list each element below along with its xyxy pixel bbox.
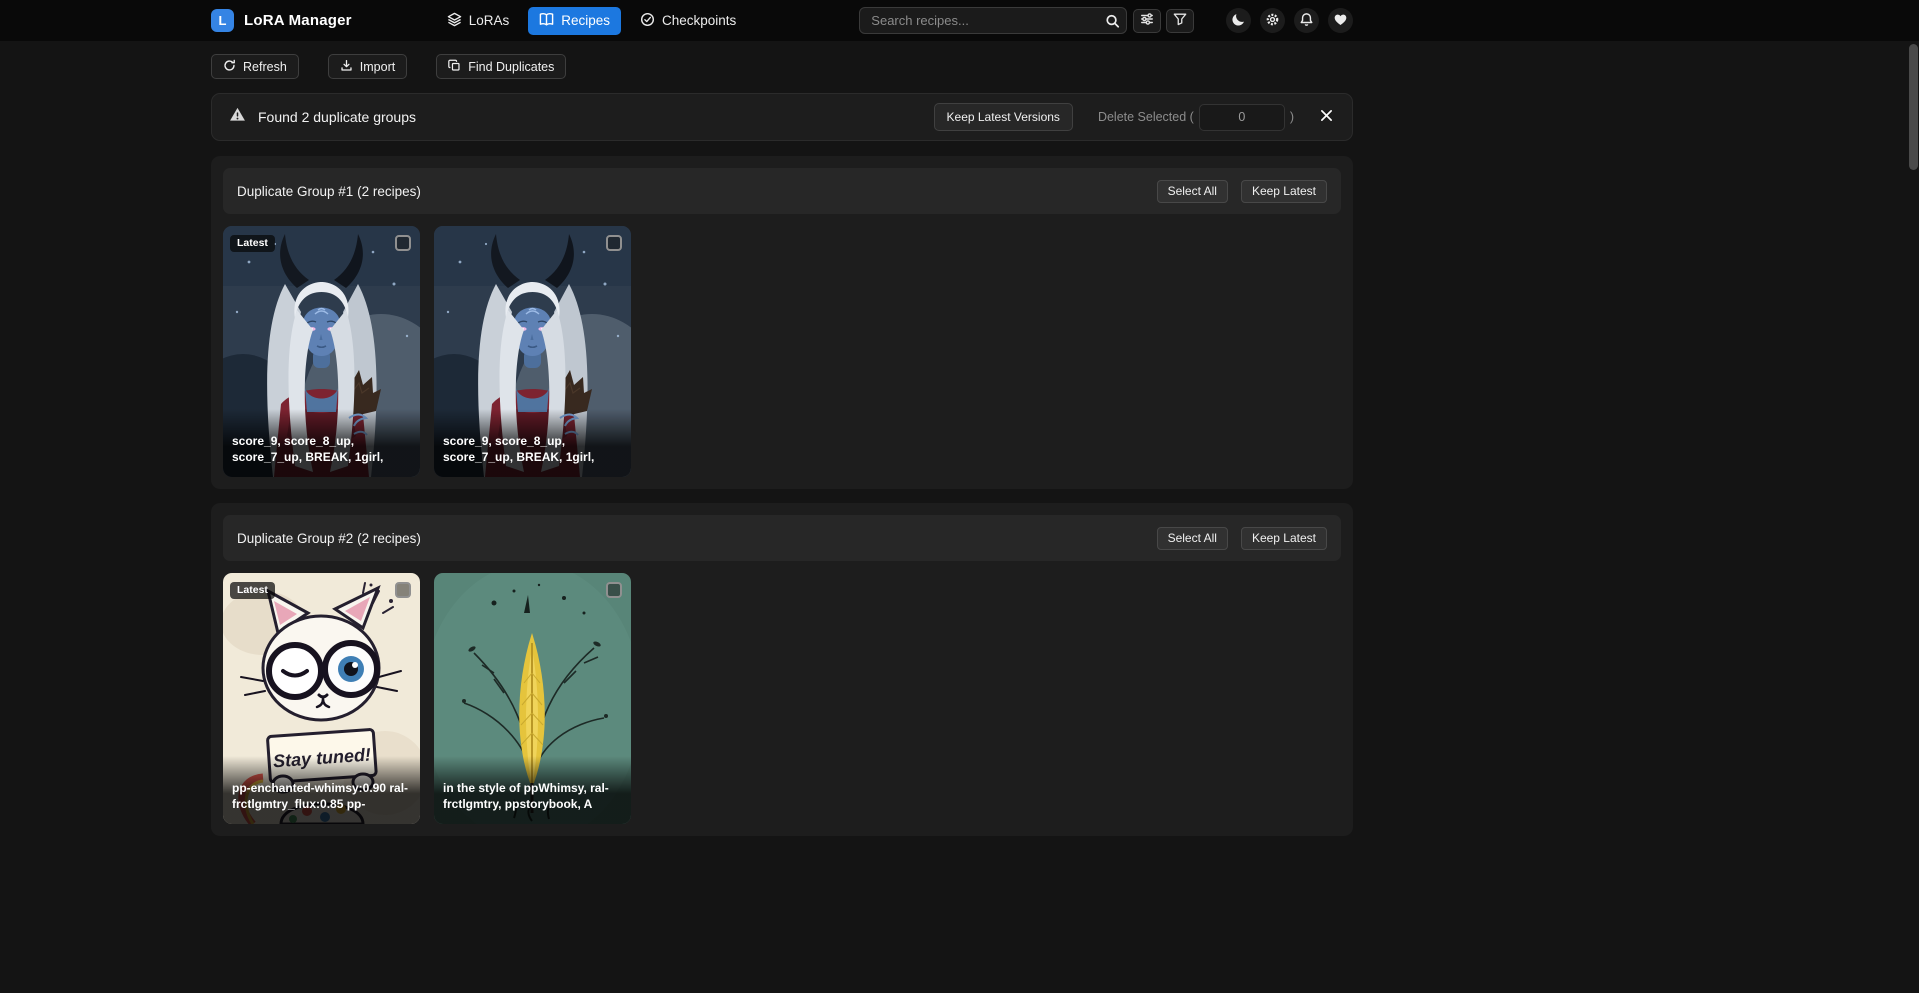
recipe-card[interactable]: Latest pp-enchanted-whimsy:0.90 ral-frct… [223, 573, 420, 824]
delete-selected-suffix: ) [1290, 110, 1294, 124]
gear-icon [1265, 12, 1280, 30]
select-all-button[interactable]: Select All [1157, 527, 1228, 550]
recipe-checkbox[interactable] [606, 582, 622, 598]
recipe-caption: pp-enchanted-whimsy:0.90 ral-frctlgmtry_… [232, 780, 411, 812]
close-alert-button[interactable] [1318, 107, 1335, 127]
sliders-icon [1140, 12, 1154, 29]
filter-buttons [1133, 9, 1194, 33]
find-duplicates-button-label: Find Duplicates [468, 60, 554, 74]
search-input[interactable] [859, 7, 1127, 34]
page-scrollbar [1909, 0, 1918, 993]
recipe-caption-overlay: score_9, score_8_up, score_7_up, BREAK, … [223, 409, 420, 477]
check-circle-icon [640, 12, 655, 30]
duplicate-group-1-panel: Duplicate Group #1 (2 recipes) Select Al… [211, 156, 1353, 489]
recipe-caption: score_9, score_8_up, score_7_up, BREAK, … [443, 433, 622, 465]
toolbar: Refresh Import Find Duplicates [211, 54, 1353, 79]
duplicates-alert-banner: Found 2 duplicate groups Keep Latest Ver… [211, 93, 1353, 141]
notifications-button[interactable] [1294, 8, 1319, 33]
heart-icon [1333, 12, 1348, 30]
import-button[interactable]: Import [328, 54, 407, 79]
recipe-card[interactable]: score_9, score_8_up, score_7_up, BREAK, … [434, 226, 631, 477]
duplicate-group-2-header: Duplicate Group #2 (2 recipes) Select Al… [223, 515, 1341, 561]
copy-icon [448, 59, 461, 75]
main-content: Refresh Import Find Duplicates Found 2 d… [211, 54, 1353, 836]
import-icon [340, 59, 353, 75]
duplicate-group-1-title: Duplicate Group #1 (2 recipes) [237, 184, 421, 199]
sliders-button[interactable] [1133, 9, 1161, 33]
alert-message: Found 2 duplicate groups [258, 109, 416, 125]
selected-count-input[interactable] [1199, 104, 1285, 131]
close-icon [1320, 109, 1333, 125]
recipe-card[interactable]: Latest score_9, score_8_up, score_7_up, … [223, 226, 420, 477]
refresh-button-label: Refresh [243, 60, 287, 74]
duplicate-group-2-cards: Latest pp-enchanted-whimsy:0.90 ral-frct… [223, 573, 1341, 824]
recipe-caption-overlay: score_9, score_8_up, score_7_up, BREAK, … [434, 409, 631, 477]
refresh-icon [223, 59, 236, 75]
warning-icon [229, 106, 246, 128]
top-navbar: L LoRA Manager LoRAs Recipes Checkpoints [0, 0, 1919, 41]
funnel-icon [1173, 12, 1187, 29]
tab-recipes-label: Recipes [561, 13, 610, 28]
recipe-caption-overlay: in the style of ppWhimsy, ral-frctlgmtry… [434, 756, 631, 824]
keep-latest-button[interactable]: Keep Latest [1241, 180, 1327, 203]
keep-latest-versions-button[interactable]: Keep Latest Versions [934, 103, 1073, 131]
keep-latest-button[interactable]: Keep Latest [1241, 527, 1327, 550]
recipe-checkbox[interactable] [606, 235, 622, 251]
settings-button[interactable] [1260, 8, 1285, 33]
recipe-caption-overlay: pp-enchanted-whimsy:0.90 ral-frctlgmtry_… [223, 756, 420, 824]
duplicate-group-1-actions: Select All Keep Latest [1157, 180, 1327, 203]
tab-checkpoints[interactable]: Checkpoints [629, 7, 747, 35]
tab-loras[interactable]: LoRAs [436, 7, 521, 35]
duplicate-group-1-header: Duplicate Group #1 (2 recipes) Select Al… [223, 168, 1341, 214]
layers-icon [447, 12, 462, 30]
recipe-caption: score_9, score_8_up, score_7_up, BREAK, … [232, 433, 411, 465]
app-title: LoRA Manager [244, 12, 352, 29]
tab-recipes[interactable]: Recipes [528, 7, 621, 35]
tab-loras-label: LoRAs [469, 13, 510, 28]
recipe-caption: in the style of ppWhimsy, ral-frctlgmtry… [443, 780, 622, 812]
recipe-checkbox[interactable] [395, 582, 411, 598]
import-button-label: Import [360, 60, 395, 74]
scrollbar-thumb[interactable] [1909, 44, 1918, 170]
nav-tabs: LoRAs Recipes Checkpoints [436, 7, 748, 35]
bell-icon [1299, 12, 1314, 30]
alert-actions: Keep Latest Versions Delete Selected ( ) [934, 103, 1335, 131]
delete-selected-button[interactable]: Delete Selected ( ) [1098, 104, 1294, 131]
search-icon[interactable] [1105, 13, 1120, 28]
tab-checkpoints-label: Checkpoints [662, 13, 736, 28]
app-logo: L [211, 9, 234, 32]
refresh-button[interactable]: Refresh [211, 54, 299, 79]
book-icon [539, 12, 554, 30]
moon-icon [1231, 12, 1246, 30]
corner-buttons [1226, 8, 1353, 33]
search-bar [859, 7, 1127, 34]
duplicate-group-2-title: Duplicate Group #2 (2 recipes) [237, 531, 421, 546]
latest-badge: Latest [230, 582, 275, 599]
favorites-button[interactable] [1328, 8, 1353, 33]
select-all-button[interactable]: Select All [1157, 180, 1228, 203]
duplicate-group-2-panel: Duplicate Group #2 (2 recipes) Select Al… [211, 503, 1353, 836]
recipe-card[interactable]: in the style of ppWhimsy, ral-frctlgmtry… [434, 573, 631, 824]
find-duplicates-button[interactable]: Find Duplicates [436, 54, 566, 79]
latest-badge: Latest [230, 235, 275, 252]
duplicate-group-1-cards: Latest score_9, score_8_up, score_7_up, … [223, 226, 1341, 477]
funnel-button[interactable] [1166, 9, 1194, 33]
duplicate-group-2-actions: Select All Keep Latest [1157, 527, 1327, 550]
delete-selected-prefix: Delete Selected ( [1098, 110, 1194, 124]
recipe-checkbox[interactable] [395, 235, 411, 251]
theme-toggle-button[interactable] [1226, 8, 1251, 33]
